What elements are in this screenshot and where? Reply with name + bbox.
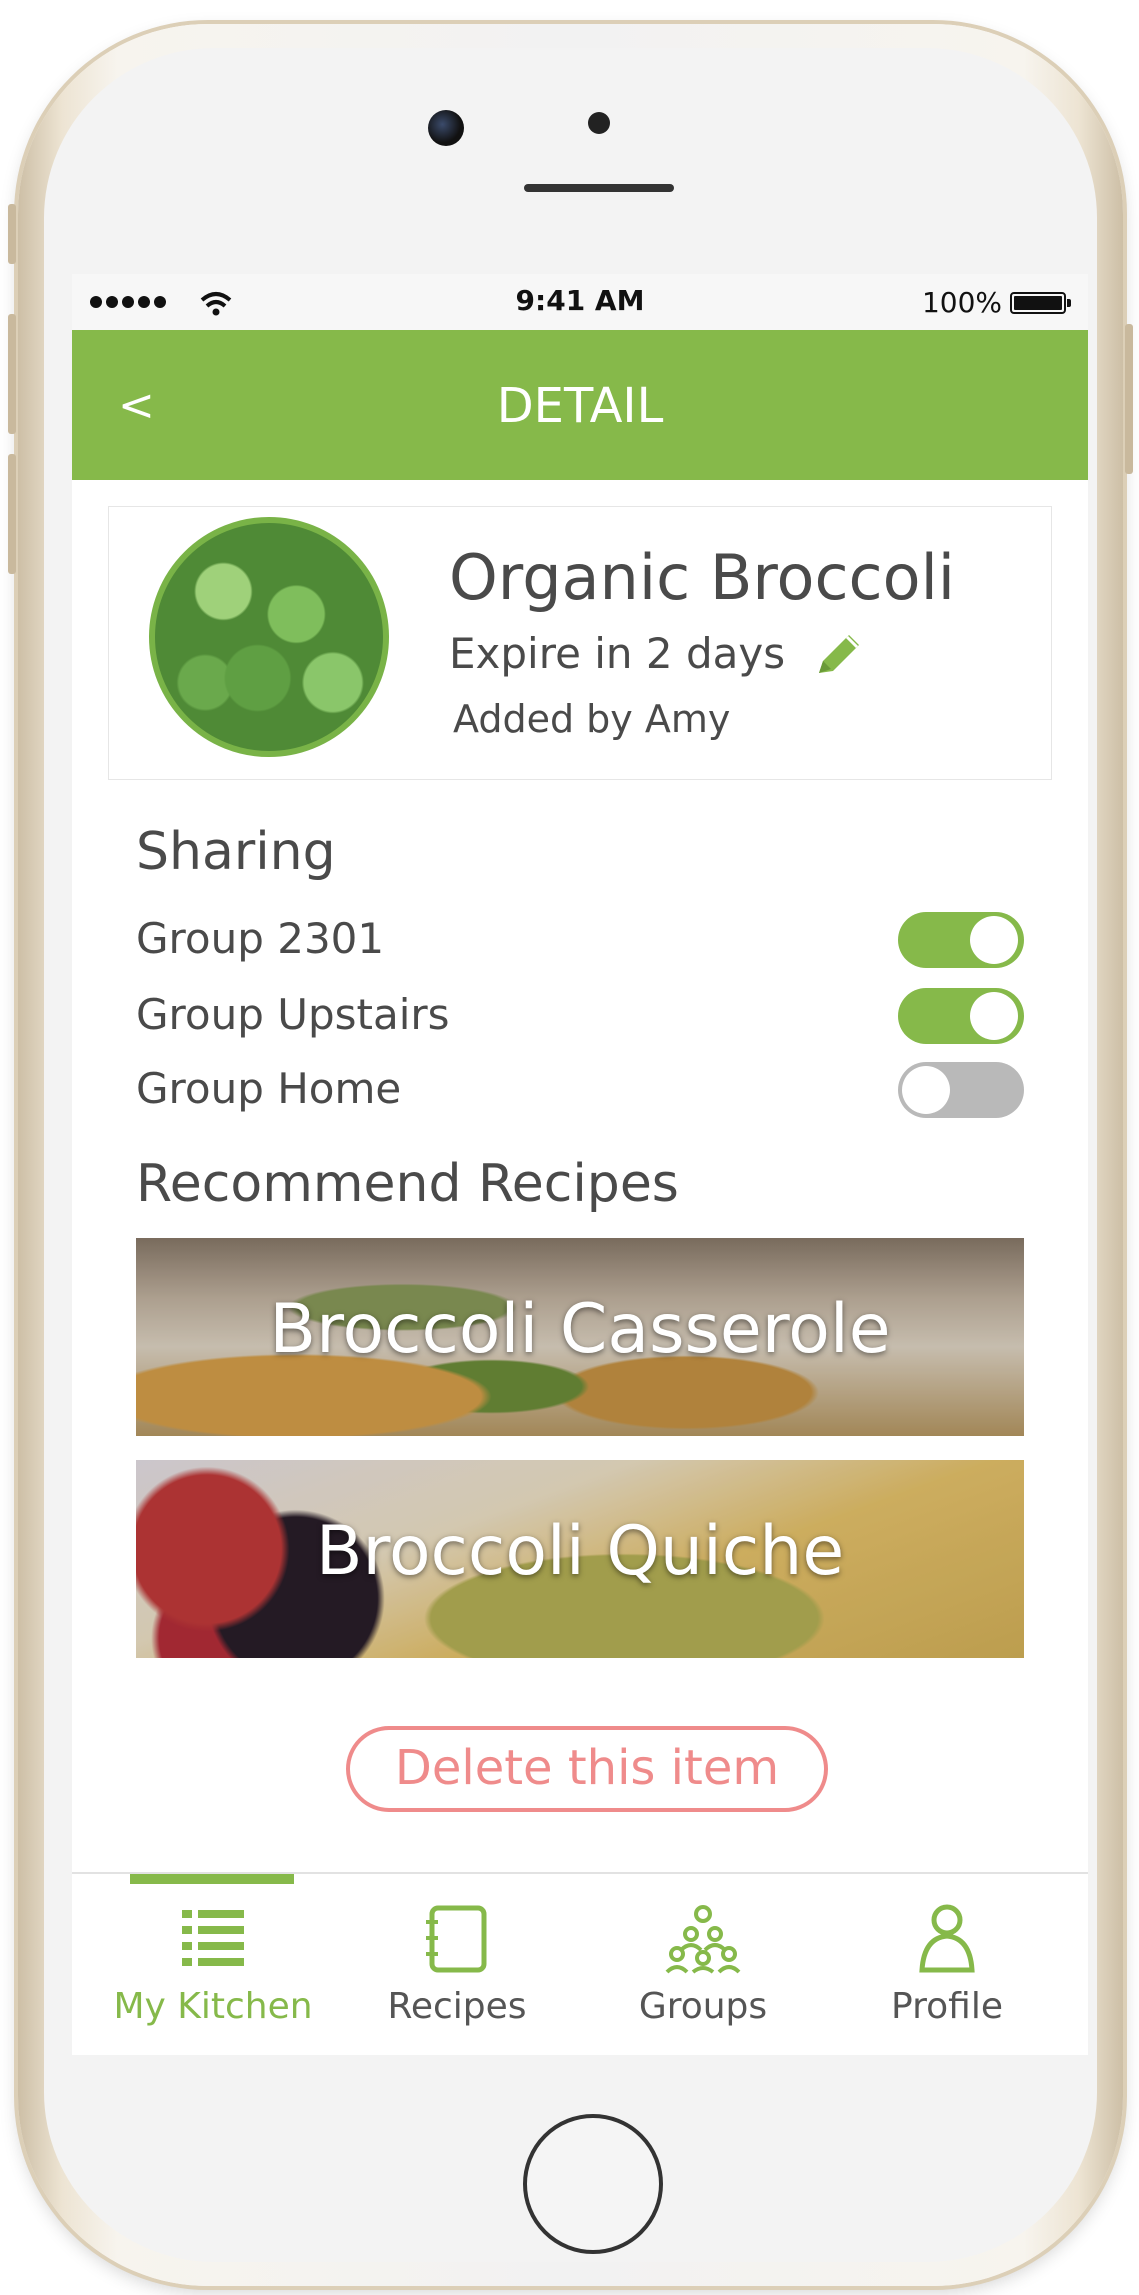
tab-label: Profile bbox=[891, 1986, 1003, 2027]
volume-up-button bbox=[8, 314, 16, 434]
notebook-icon bbox=[426, 1905, 487, 1973]
item-photo bbox=[149, 517, 389, 757]
page-title: DETAIL bbox=[496, 378, 664, 434]
sharing-row-group-2301: Group 2301 bbox=[136, 902, 1024, 972]
group-label: Group Upstairs bbox=[136, 990, 450, 1039]
toggle-knob bbox=[902, 1066, 950, 1114]
volume-down-button bbox=[8, 454, 16, 574]
tab-bar: My Kitchen Recipes Groups Profile bbox=[72, 1872, 1088, 2055]
active-tab-indicator bbox=[130, 1874, 294, 1884]
app-screen: 9:41 AM 100% < DETAIL Organic Broccoli E… bbox=[72, 274, 1088, 2055]
item-name: Organic Broccoli bbox=[449, 541, 956, 614]
power-button bbox=[1125, 324, 1133, 474]
person-icon bbox=[919, 1904, 975, 1973]
toggle-group-2301[interactable] bbox=[898, 912, 1024, 968]
toggle-group-upstairs[interactable] bbox=[898, 988, 1024, 1044]
group-label: Group 2301 bbox=[136, 914, 385, 963]
delete-item-button[interactable]: Delete this item bbox=[346, 1726, 828, 1812]
sharing-title: Sharing bbox=[136, 822, 336, 882]
tab-groups[interactable]: Groups bbox=[576, 1904, 830, 2044]
item-card: Organic Broccoli Expire in 2 days Added … bbox=[108, 506, 1052, 780]
nav-bar: < DETAIL bbox=[72, 330, 1088, 480]
sharing-row-group-home: Group Home bbox=[136, 1052, 1024, 1122]
recipe-title: Broccoli Casserole bbox=[269, 1290, 891, 1369]
tab-label: My Kitchen bbox=[113, 1986, 313, 2027]
recipe-title: Broccoli Quiche bbox=[315, 1512, 845, 1591]
toggle-knob bbox=[970, 916, 1018, 964]
tab-recipes[interactable]: Recipes bbox=[330, 1904, 584, 2044]
earpiece-speaker bbox=[524, 184, 674, 192]
battery-icon bbox=[1010, 292, 1071, 314]
tab-my-kitchen[interactable]: My Kitchen bbox=[86, 1904, 340, 2044]
item-expiry: Expire in 2 days bbox=[449, 629, 786, 678]
pencil-icon[interactable] bbox=[809, 625, 869, 685]
mute-switch bbox=[8, 204, 16, 264]
recipe-card-broccoli-quiche[interactable]: Broccoli Quiche bbox=[136, 1460, 1024, 1658]
group-label: Group Home bbox=[136, 1064, 402, 1113]
toggle-knob bbox=[970, 992, 1018, 1040]
group-icon bbox=[665, 1905, 741, 1974]
front-camera bbox=[428, 110, 464, 146]
status-bar: 9:41 AM 100% bbox=[72, 274, 1088, 330]
sharing-row-group-upstairs: Group Upstairs bbox=[136, 978, 1024, 1048]
list-icon bbox=[182, 1910, 244, 1966]
home-button[interactable] bbox=[523, 2114, 663, 2254]
tab-profile[interactable]: Profile bbox=[820, 1904, 1074, 2044]
tab-label: Recipes bbox=[387, 1986, 527, 2027]
front-sensor bbox=[588, 112, 610, 134]
toggle-group-home[interactable] bbox=[898, 1062, 1024, 1118]
battery-percent: 100% bbox=[921, 286, 1002, 319]
item-added-by: Added by Amy bbox=[453, 697, 731, 741]
tab-label: Groups bbox=[638, 1986, 768, 2027]
recipes-title: Recommend Recipes bbox=[136, 1154, 679, 1214]
recipe-card-broccoli-casserole[interactable]: Broccoli Casserole bbox=[136, 1238, 1024, 1436]
